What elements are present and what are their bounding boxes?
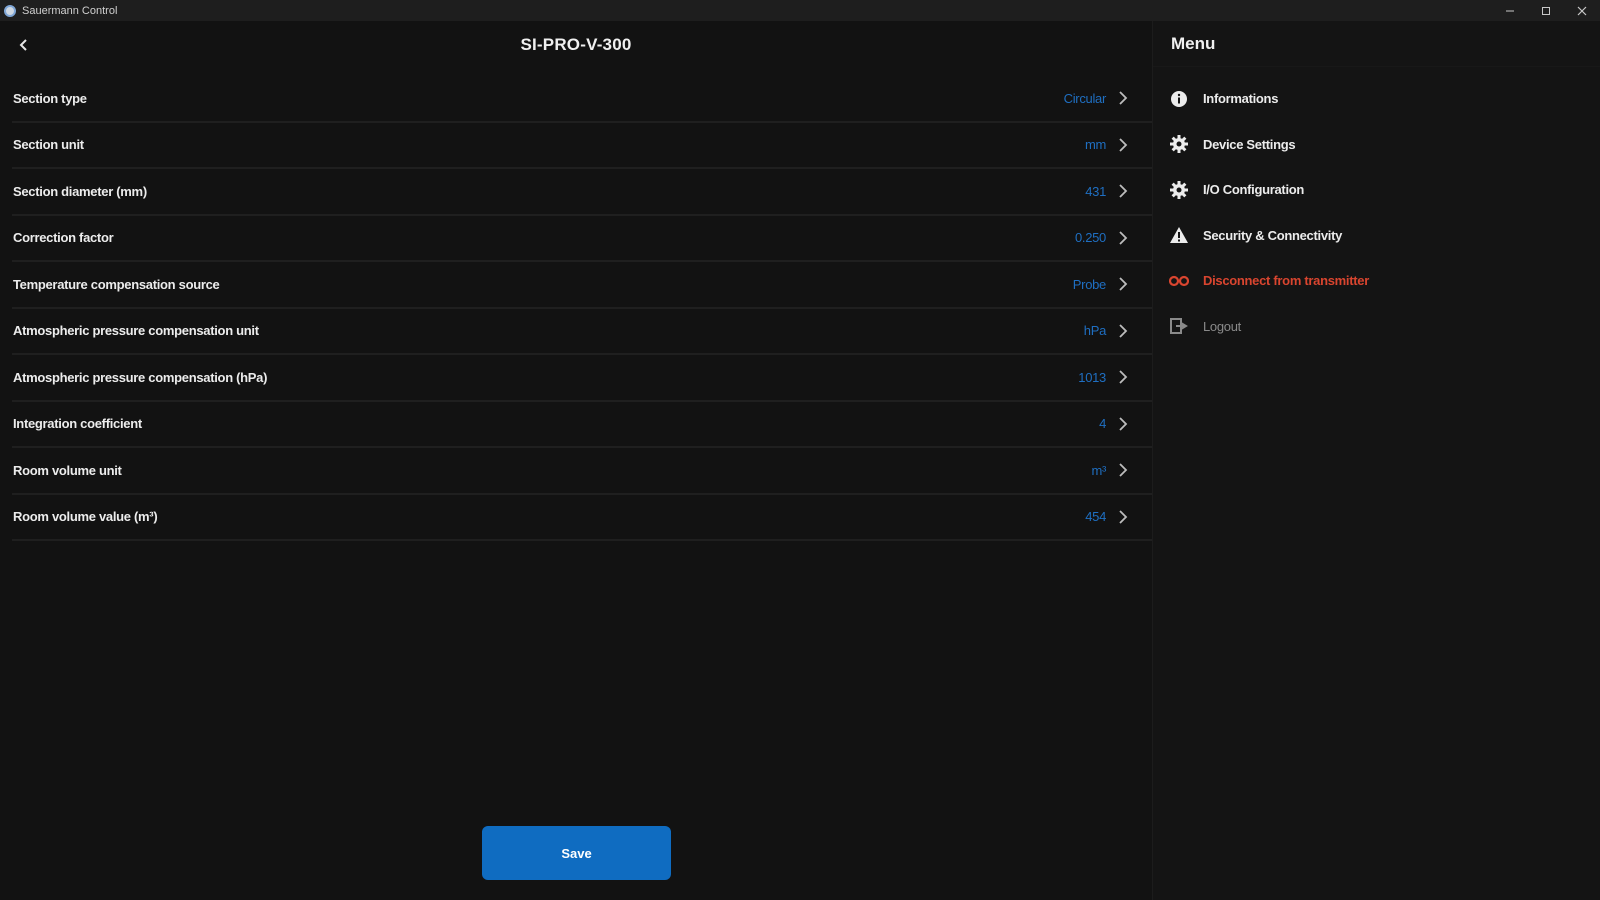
window-controls — [1492, 0, 1600, 21]
setting-label: Section diameter (mm) — [13, 183, 147, 199]
save-button[interactable]: Save — [482, 826, 671, 880]
logout-icon — [1169, 316, 1189, 336]
window-title: Sauermann Control — [22, 4, 118, 17]
menu-label: Device Settings — [1203, 136, 1296, 152]
setting-row-section-unit[interactable]: Section unit mm — [12, 123, 1152, 169]
chevron-right-icon — [1116, 138, 1130, 152]
setting-row-temperature-compensation-source[interactable]: Temperature compensation source Probe — [12, 262, 1152, 309]
setting-value: hPa — [1083, 323, 1107, 339]
setting-value: 0.250 — [1074, 230, 1106, 246]
setting-label: Integration coefficient — [13, 416, 142, 432]
page-header: SI-PRO-V-300 — [0, 21, 1152, 69]
setting-value: 4 — [1099, 416, 1106, 432]
setting-label: Section type — [13, 90, 87, 106]
setting-value: m³ — [1091, 462, 1106, 478]
close-icon[interactable] — [1564, 0, 1600, 21]
chevron-right-icon — [1116, 91, 1130, 105]
window-titlebar: Sauermann Control — [0, 0, 1600, 21]
disconnect-icon — [1169, 271, 1189, 291]
chevron-right-icon — [1116, 324, 1130, 338]
setting-row-atmospheric-pressure-unit[interactable]: Atmospheric pressure compensation unit h… — [12, 309, 1152, 355]
gear-icon — [1169, 134, 1189, 154]
setting-label: Temperature compensation source — [13, 276, 220, 292]
chevron-right-icon — [1116, 370, 1130, 384]
setting-value: 454 — [1085, 509, 1106, 525]
setting-row-section-type[interactable]: Section type Circular — [12, 76, 1152, 123]
setting-value: mm — [1084, 137, 1106, 153]
setting-row-room-volume-value[interactable]: Room volume value (m³) 454 — [12, 495, 1152, 541]
setting-label: Room volume value (m³) — [13, 509, 158, 525]
page-title: SI-PRO-V-300 — [520, 35, 632, 54]
setting-row-atmospheric-pressure-value[interactable]: Atmospheric pressure compensation (hPa) … — [12, 355, 1152, 402]
menu-label: Logout — [1203, 318, 1241, 334]
menu-label: Disconnect from transmitter — [1203, 273, 1369, 289]
app-icon — [4, 4, 16, 17]
chevron-right-icon — [1116, 184, 1130, 198]
menu-list: Informations Device Settings I/O Configu… — [1153, 76, 1600, 349]
sidebar-header: Menu — [1153, 21, 1600, 67]
sidebar-title: Menu — [1171, 33, 1216, 53]
setting-row-integration-coefficient[interactable]: Integration coefficient 4 — [12, 402, 1152, 448]
chevron-right-icon — [1116, 417, 1130, 431]
menu-item-logout[interactable]: Logout — [1153, 304, 1600, 350]
setting-value: 431 — [1085, 183, 1106, 199]
menu-item-device-settings[interactable]: Device Settings — [1153, 122, 1600, 168]
menu-label: Informations — [1203, 91, 1279, 107]
setting-label: Section unit — [13, 137, 84, 153]
menu-label: I/O Configuration — [1203, 182, 1305, 198]
minimize-icon[interactable] — [1492, 0, 1528, 21]
settings-list: Section type Circular Section unit mm Se… — [12, 76, 1152, 541]
device-settings-panel: SI-PRO-V-300 Section type Circular Secti… — [0, 21, 1152, 900]
sidebar-menu: Menu Informations Device Settings I/O Co… — [1152, 21, 1600, 900]
gear-icon — [1169, 180, 1189, 200]
chevron-right-icon — [1116, 231, 1130, 245]
menu-item-security-connectivity[interactable]: Security & Connectivity — [1153, 213, 1600, 259]
setting-row-room-volume-unit[interactable]: Room volume unit m³ — [12, 448, 1152, 495]
chevron-right-icon — [1116, 277, 1130, 291]
menu-item-disconnect[interactable]: Disconnect from transmitter — [1153, 258, 1600, 304]
setting-row-section-diameter[interactable]: Section diameter (mm) 431 — [12, 169, 1152, 216]
menu-label: Security & Connectivity — [1203, 227, 1343, 243]
setting-label: Atmospheric pressure compensation (hPa) — [13, 369, 268, 385]
setting-label: Room volume unit — [13, 462, 122, 478]
setting-value: 1013 — [1078, 369, 1106, 385]
info-icon — [1169, 89, 1189, 109]
chevron-right-icon — [1116, 463, 1130, 477]
warning-icon — [1169, 225, 1189, 245]
setting-value: Probe — [1072, 276, 1107, 292]
setting-value: Circular — [1063, 90, 1107, 106]
setting-label: Atmospheric pressure compensation unit — [13, 323, 259, 339]
menu-item-io-configuration[interactable]: I/O Configuration — [1153, 167, 1600, 213]
setting-row-correction-factor[interactable]: Correction factor 0.250 — [12, 216, 1152, 262]
maximize-icon[interactable] — [1528, 0, 1564, 21]
menu-item-informations[interactable]: Informations — [1153, 76, 1600, 122]
setting-label: Correction factor — [13, 230, 114, 246]
chevron-right-icon — [1116, 510, 1130, 524]
